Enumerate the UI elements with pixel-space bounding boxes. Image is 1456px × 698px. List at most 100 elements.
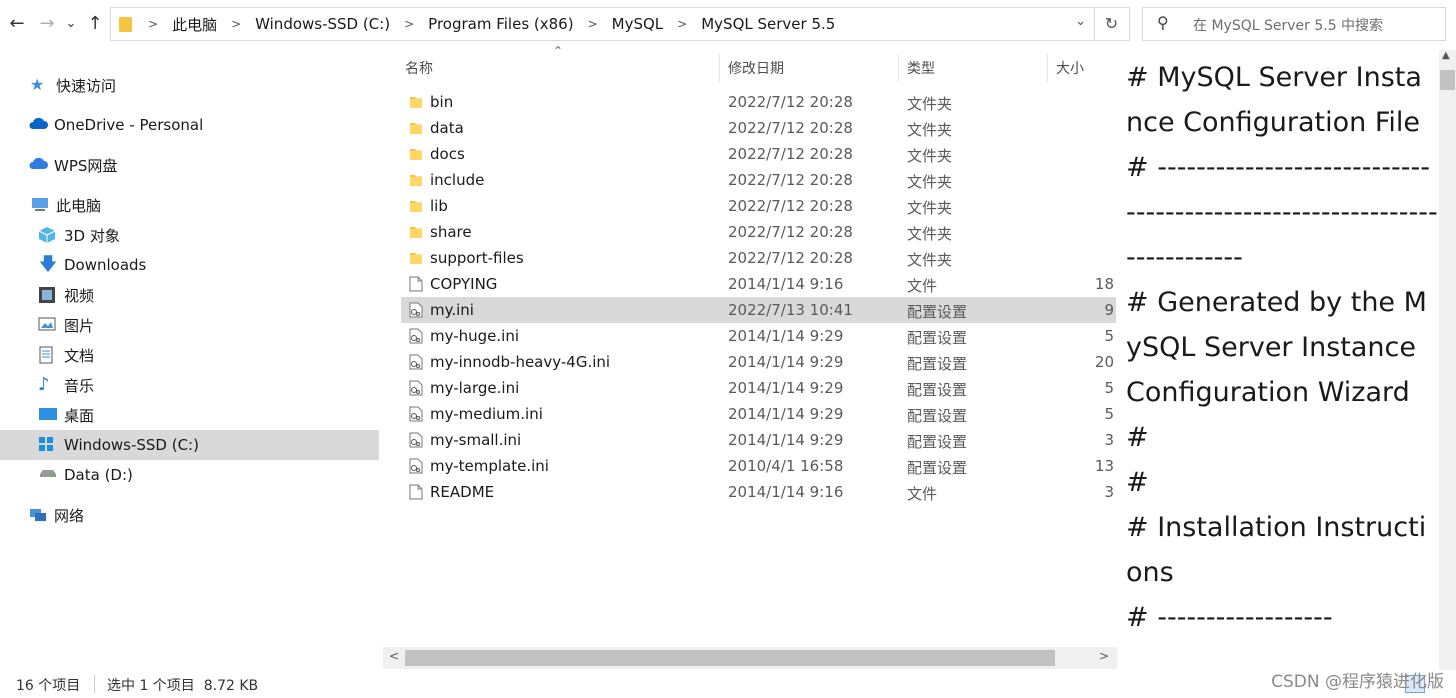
sidebar-item-d-drive[interactable]: Data (D:)	[38, 460, 133, 490]
sidebar-item-network[interactable]: 网络	[28, 500, 84, 530]
sidebar-item-label: WPS网盘	[54, 156, 118, 175]
folder-icon	[409, 198, 423, 214]
table-row[interactable]: my-large.ini 2014/1/14 9:29 配置设置 5	[401, 375, 1116, 401]
table-row[interactable]: README 2014/1/14 9:16 文件 3	[401, 479, 1116, 505]
document-icon	[38, 346, 58, 364]
table-row[interactable]: my-small.ini 2014/1/14 9:29 配置设置 3	[401, 427, 1116, 453]
file-date: 2022/7/12 20:28	[728, 119, 853, 137]
breadcrumb-program-files[interactable]: Program Files (x86)	[424, 15, 577, 33]
chevron-right-icon[interactable]: >	[578, 17, 608, 31]
file-date: 2014/1/14 9:29	[728, 431, 844, 449]
table-row[interactable]: include 2022/7/12 20:28 文件夹	[401, 167, 1116, 193]
music-icon: ♪	[38, 374, 50, 395]
back-button[interactable]: ←	[6, 12, 28, 36]
scroll-up-icon[interactable]: ▲	[1442, 50, 1450, 61]
breadcrumb-mysql-server[interactable]: MySQL Server 5.5	[697, 15, 839, 33]
chevron-right-icon[interactable]: >	[394, 17, 424, 31]
sidebar-item-onedrive[interactable]: OneDrive - Personal	[28, 110, 203, 140]
file-size: 18	[1094, 275, 1114, 293]
horizontal-scrollbar[interactable]: < >	[383, 647, 1117, 669]
file-type: 文件夹	[907, 199, 953, 217]
file-type: 文件	[907, 485, 938, 503]
table-row[interactable]: bin 2022/7/12 20:28 文件夹	[401, 89, 1116, 115]
column-header-name[interactable]: 名称	[405, 58, 433, 78]
file-date: 2022/7/13 10:41	[728, 301, 853, 319]
column-header-type[interactable]: 类型	[907, 58, 935, 78]
search-box[interactable]: ⚲ 在 MySQL Server 5.5 中搜索	[1142, 7, 1446, 41]
file-icon	[409, 484, 423, 500]
watermark: CSDN @程序猿进化版	[1271, 672, 1444, 692]
column-header-size[interactable]: 大小	[1056, 58, 1084, 78]
preview-text: # MySQL Server Instance Configuration Fi…	[1126, 62, 1438, 633]
chevron-right-icon[interactable]: >	[667, 17, 697, 31]
sidebar-item-label: OneDrive - Personal	[54, 116, 204, 134]
folder-icon	[409, 94, 423, 110]
table-row[interactable]: COPYING 2014/1/14 9:16 文件 18	[401, 271, 1116, 297]
column-divider[interactable]	[898, 54, 899, 82]
chevron-right-icon[interactable]: >	[221, 17, 251, 31]
vertical-scrollbar[interactable]: ▲	[1439, 50, 1456, 670]
column-header-date[interactable]: 修改日期	[728, 58, 784, 78]
address-bar[interactable]: > 此电脑 > Windows-SSD (C:) > Program Files…	[110, 7, 1095, 41]
sidebar-item-wps[interactable]: WPS网盘	[28, 150, 117, 180]
table-row[interactable]: support-files 2022/7/12 20:28 文件夹	[401, 245, 1116, 271]
table-row[interactable]: my-huge.ini 2014/1/14 9:29 配置设置 5	[401, 323, 1116, 349]
file-date: 2022/7/12 20:28	[728, 197, 853, 215]
table-row[interactable]: docs 2022/7/12 20:28 文件夹	[401, 141, 1116, 167]
file-type: 文件夹	[907, 251, 953, 269]
table-row[interactable]: my-innodb-heavy-4G.ini 2014/1/14 9:29 配置设置…	[401, 349, 1116, 375]
breadcrumb-mysql[interactable]: MySQL	[608, 15, 668, 33]
folder-icon	[409, 224, 423, 240]
file-name: data	[430, 119, 464, 137]
drive-icon	[38, 436, 58, 454]
table-row[interactable]: my-template.ini 2010/4/1 16:58 配置设置 13	[401, 453, 1116, 479]
breadcrumb-this-pc[interactable]: 此电脑	[168, 14, 221, 35]
scroll-left-icon[interactable]: <	[389, 649, 399, 663]
recent-locations-button[interactable]: ⌄	[60, 12, 82, 36]
navigation-bar: ← → ⌄ ↑ > 此电脑 > Windows-SSD (C:) > Progr…	[0, 0, 1456, 50]
sidebar-item-label: 3D 对象	[64, 226, 120, 245]
sidebar-item-downloads[interactable]: 🡇 Downloads	[38, 250, 147, 280]
forward-button[interactable]: →	[36, 12, 58, 36]
file-size: 3	[1104, 431, 1114, 449]
sidebar-item-c-drive[interactable]: Windows-SSD (C:)	[0, 430, 379, 460]
refresh-button[interactable]: ↻	[1094, 7, 1130, 41]
table-row[interactable]: my.ini 2022/7/13 10:41 配置设置 9	[401, 297, 1116, 323]
table-row[interactable]: share 2022/7/12 20:28 文件夹	[401, 219, 1116, 245]
table-row[interactable]: my-medium.ini 2014/1/14 9:29 配置设置 5	[401, 401, 1116, 427]
breadcrumb-c-drive[interactable]: Windows-SSD (C:)	[251, 15, 394, 33]
chevron-right-icon[interactable]: >	[138, 17, 168, 31]
file-date: 2014/1/14 9:29	[728, 327, 844, 345]
sidebar-item-music[interactable]: ♪ 音乐	[38, 370, 94, 400]
file-name: bin	[430, 93, 454, 111]
navigation-pane: ★ 快速访问 OneDrive - Personal WPS网盘 此电脑 3D …	[0, 50, 380, 645]
column-divider[interactable]	[1047, 54, 1048, 82]
folder-icon	[409, 120, 423, 136]
up-button[interactable]: ↑	[84, 12, 106, 36]
sidebar-item-pictures[interactable]: 图片	[38, 310, 94, 340]
sidebar-item-3d-objects[interactable]: 3D 对象	[38, 220, 120, 250]
file-list: ⌃ 名称 修改日期 类型 大小 bin 2022/7/12 20:28 文件夹 dat…	[383, 44, 1117, 647]
file-date: 2014/1/14 9:29	[728, 379, 844, 397]
column-divider[interactable]	[719, 54, 720, 82]
file-size: 5	[1104, 405, 1114, 423]
drive-icon	[38, 466, 58, 484]
table-row[interactable]: data 2022/7/12 20:28 文件夹	[401, 115, 1116, 141]
settings-file-icon	[409, 432, 423, 448]
sidebar-item-quick-access[interactable]: ★ 快速访问	[30, 70, 116, 100]
sidebar-item-desktop[interactable]: 桌面	[38, 400, 94, 430]
sidebar-item-videos[interactable]: 视频	[38, 280, 94, 310]
sidebar-item-documents[interactable]: 文档	[38, 340, 94, 370]
file-name: README	[430, 483, 495, 501]
chevron-down-icon[interactable]: ⌄	[1075, 14, 1086, 29]
scroll-right-icon[interactable]: >	[1099, 649, 1109, 663]
file-size: 20	[1094, 353, 1114, 371]
sidebar-item-this-pc[interactable]: 此电脑	[30, 190, 101, 220]
file-date: 2022/7/12 20:28	[728, 93, 853, 111]
table-row[interactable]: lib 2022/7/12 20:28 文件夹	[401, 193, 1116, 219]
file-date: 2014/1/14 9:29	[728, 405, 844, 423]
file-size: 5	[1104, 379, 1114, 397]
scroll-thumb[interactable]	[1440, 70, 1455, 90]
scroll-thumb[interactable]	[405, 650, 1055, 666]
preview-pane: # MySQL Server Instance Configuration Fi…	[1117, 50, 1439, 670]
